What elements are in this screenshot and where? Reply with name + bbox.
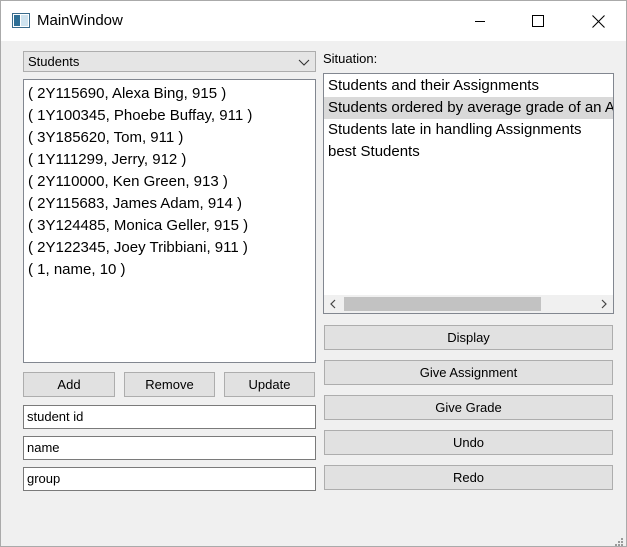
main-window: MainWindow Students ( 2Y115690, Alexa Bi… [0,0,627,547]
list-item[interactable]: ( 1, name, 10 ) [24,259,315,281]
minimize-button[interactable] [457,1,503,41]
students-list[interactable]: ( 2Y115690, Alexa Bing, 915 ) ( 1Y100345… [23,79,316,363]
close-icon [591,14,605,28]
add-button[interactable]: Add [23,372,115,397]
list-item[interactable]: ( 3Y124485, Monica Geller, 915 ) [24,215,315,237]
close-button[interactable] [575,1,621,41]
situation-item[interactable]: Students late in handling Assignments [324,119,613,141]
update-button[interactable]: Update [224,372,315,397]
window-title: MainWindow [37,12,123,29]
student-id-field[interactable]: student id [23,405,316,429]
chevron-down-icon [298,56,310,68]
name-field[interactable]: name [23,436,316,460]
situation-label: Situation: [323,51,378,66]
title-bar[interactable]: MainWindow [1,1,626,41]
list-item[interactable]: ( 1Y100345, Phoebe Buffay, 911 ) [24,105,315,127]
situation-item[interactable]: Students and their Assignments [324,75,613,97]
list-item[interactable]: ( 2Y115683, James Adam, 914 ) [24,193,315,215]
horizontal-scrollbar[interactable] [324,295,613,313]
scroll-right-icon[interactable] [598,298,610,310]
remove-button[interactable]: Remove [124,372,215,397]
list-item[interactable]: ( 1Y111299, Jerry, 912 ) [24,149,315,171]
list-item[interactable]: ( 2Y115690, Alexa Bing, 915 ) [24,83,315,105]
redo-button[interactable]: Redo [324,465,613,490]
situation-list[interactable]: Students and their Assignments Students … [323,73,614,314]
group-field[interactable]: group [23,467,316,491]
resize-grip-icon[interactable] [614,534,623,546]
display-button[interactable]: Display [324,325,613,350]
give-grade-button[interactable]: Give Grade [324,395,613,420]
undo-button[interactable]: Undo [324,430,613,455]
app-icon [12,13,30,28]
minimize-icon [475,21,485,22]
list-item[interactable]: ( 3Y185620, Tom, 911 ) [24,127,315,149]
scroll-left-icon[interactable] [327,298,339,310]
situation-item[interactable]: best Students [324,141,613,163]
entity-select-value: Students [28,54,80,69]
scrollbar-thumb[interactable] [344,297,541,311]
maximize-button[interactable] [515,1,561,41]
situation-item-selected[interactable]: Students ordered by average grade of an … [324,97,613,119]
entity-select[interactable]: Students [23,51,316,72]
maximize-icon [532,15,544,27]
give-assignment-button[interactable]: Give Assignment [324,360,613,385]
list-item[interactable]: ( 2Y122345, Joey Tribbiani, 911 ) [24,237,315,259]
list-item[interactable]: ( 2Y110000, Ken Green, 913 ) [24,171,315,193]
